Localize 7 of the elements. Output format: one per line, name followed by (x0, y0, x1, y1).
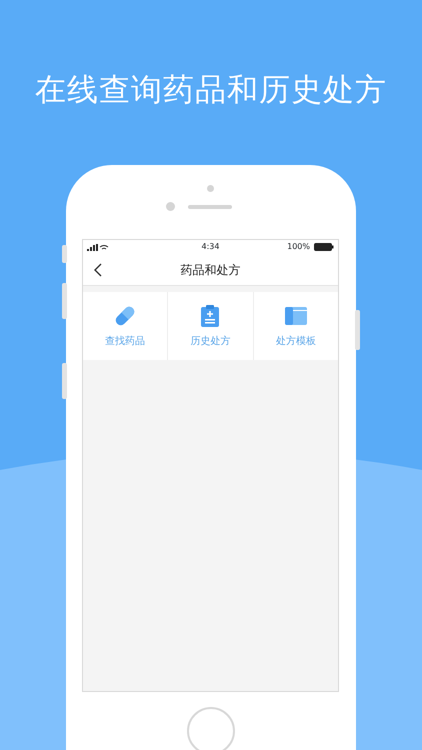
battery-percent: 100% (287, 241, 310, 254)
nav-title: 药品和处方 (180, 262, 240, 279)
status-time: 4:34 (202, 241, 220, 254)
menu-tile[interactable]: 历史处方 (168, 292, 253, 360)
headline: 在线查询药品和历史处方 (34, 71, 388, 110)
menu-tile[interactable]: 处方模板 (254, 292, 338, 360)
menu-tile[interactable]: 查找药品 (83, 292, 168, 360)
